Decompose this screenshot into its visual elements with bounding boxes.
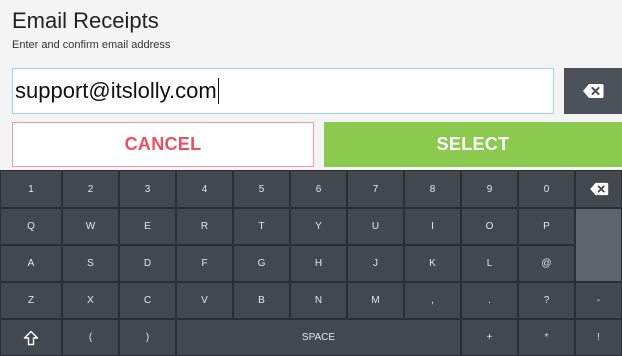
key-g[interactable]: G xyxy=(233,245,290,282)
key-r[interactable]: R xyxy=(176,208,233,245)
email-field[interactable]: support@itslolly.com xyxy=(12,68,554,114)
key-z[interactable]: Z xyxy=(0,282,62,319)
key-a[interactable]: A xyxy=(0,245,62,282)
key-m[interactable]: M xyxy=(347,282,404,319)
shift-arrow-icon xyxy=(23,330,39,346)
backspace-icon xyxy=(589,182,609,196)
key-1[interactable]: 1 xyxy=(0,170,62,208)
key-plus[interactable]: + xyxy=(461,319,518,356)
header-panel: Email Receipts Enter and confirm email a… xyxy=(0,0,622,170)
key-8[interactable]: 8 xyxy=(404,170,461,208)
key-0[interactable]: 0 xyxy=(518,170,575,208)
key-b[interactable]: B xyxy=(233,282,290,319)
key-x[interactable]: X xyxy=(62,282,119,319)
key-period[interactable]: . xyxy=(461,282,518,319)
key-left-paren[interactable]: ( xyxy=(62,319,119,356)
key-w[interactable]: W xyxy=(62,208,119,245)
key-l[interactable]: L xyxy=(461,245,518,282)
key-exclamation[interactable]: ! xyxy=(575,319,622,356)
key-j[interactable]: J xyxy=(347,245,404,282)
key-question[interactable]: ? xyxy=(518,282,575,319)
key-y[interactable]: Y xyxy=(290,208,347,245)
key-3[interactable]: 3 xyxy=(119,170,176,208)
email-field-value: support@itslolly.com xyxy=(15,78,217,103)
key-right-paren[interactable]: ) xyxy=(119,319,176,356)
key-comma[interactable]: , xyxy=(404,282,461,319)
key-k[interactable]: K xyxy=(404,245,461,282)
key-n[interactable]: N xyxy=(290,282,347,319)
key-p[interactable]: P xyxy=(518,208,575,245)
key-7[interactable]: 7 xyxy=(347,170,404,208)
key-4[interactable]: 4 xyxy=(176,170,233,208)
key-t[interactable]: T xyxy=(233,208,290,245)
page-subtitle: Enter and confirm email address xyxy=(12,39,171,51)
cancel-button[interactable]: CANCEL xyxy=(12,122,314,167)
key-i[interactable]: I xyxy=(404,208,461,245)
key-asterisk[interactable]: * xyxy=(518,319,575,356)
key-9[interactable]: 9 xyxy=(461,170,518,208)
key-u[interactable]: U xyxy=(347,208,404,245)
key-s[interactable]: S xyxy=(62,245,119,282)
enter-key[interactable] xyxy=(575,208,622,282)
key-f[interactable]: F xyxy=(176,245,233,282)
clear-input-button[interactable] xyxy=(564,68,622,114)
shift-key[interactable] xyxy=(0,319,62,356)
key-e[interactable]: E xyxy=(119,208,176,245)
key-c[interactable]: C xyxy=(119,282,176,319)
key-at[interactable]: @ xyxy=(518,245,575,282)
select-button[interactable]: SELECT xyxy=(324,122,622,167)
page-title: Email Receipts xyxy=(12,8,159,33)
backspace-key[interactable] xyxy=(575,170,622,208)
key-h[interactable]: H xyxy=(290,245,347,282)
text-caret xyxy=(217,78,219,104)
key-v[interactable]: V xyxy=(176,282,233,319)
key-5[interactable]: 5 xyxy=(233,170,290,208)
key-hyphen[interactable]: - xyxy=(575,282,622,319)
key-o[interactable]: O xyxy=(461,208,518,245)
onscreen-keyboard: 1 2 3 4 5 6 7 8 9 0 Q W E R T Y U I O P … xyxy=(0,170,622,356)
key-6[interactable]: 6 xyxy=(290,170,347,208)
backspace-icon xyxy=(582,83,604,99)
key-q[interactable]: Q xyxy=(0,208,62,245)
key-2[interactable]: 2 xyxy=(62,170,119,208)
space-key[interactable]: SPACE xyxy=(176,319,461,356)
key-d[interactable]: D xyxy=(119,245,176,282)
